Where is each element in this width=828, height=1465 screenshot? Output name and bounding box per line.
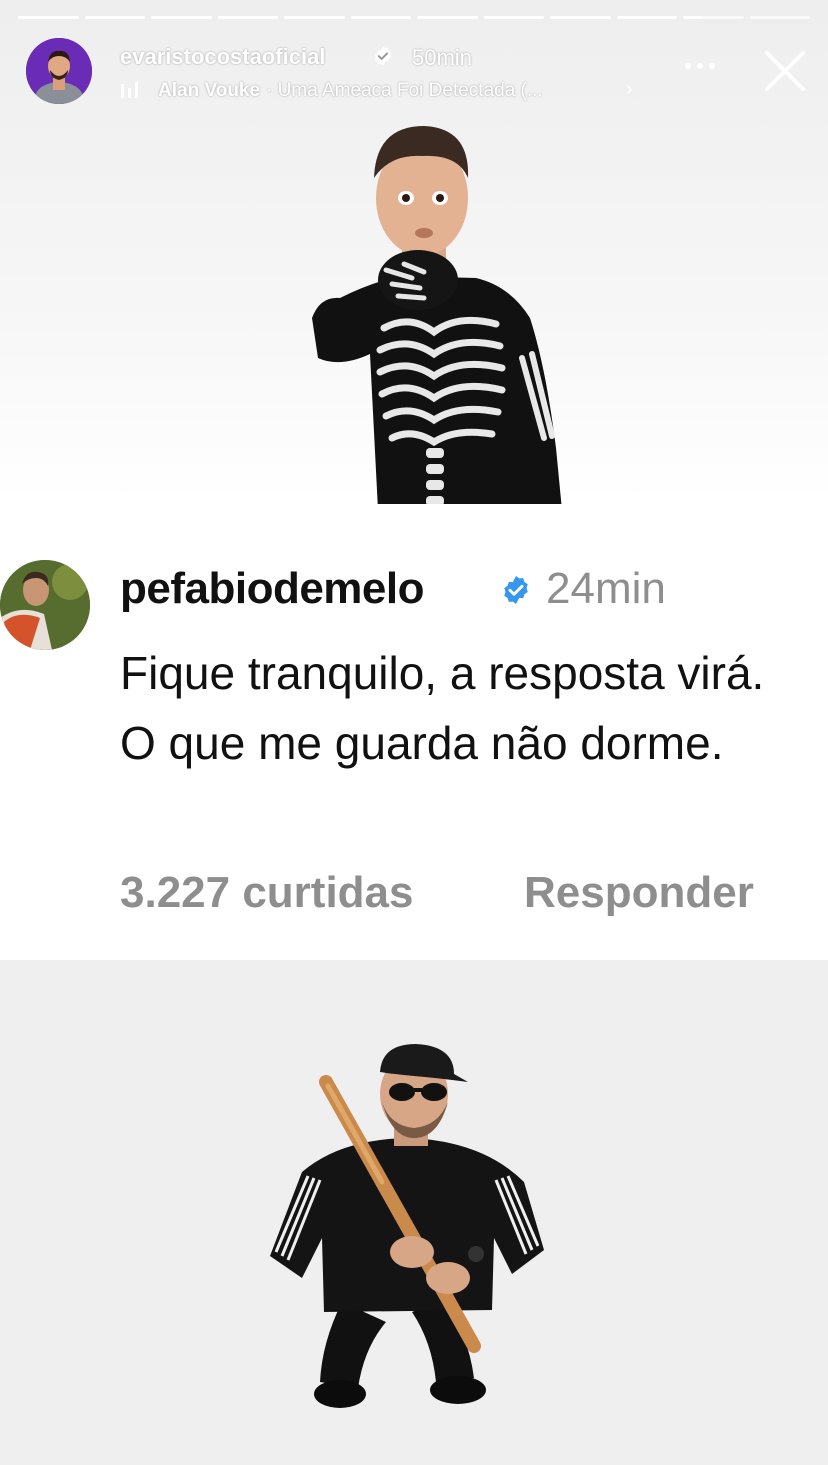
close-icon[interactable] [760,46,810,96]
verified-badge-icon [374,46,392,66]
progress-segment [749,16,810,19]
progress-segment [284,16,345,19]
story-username[interactable]: evaristocostaoficial [120,44,325,70]
progress-segment [18,16,79,19]
reply-button[interactable]: Responder [524,868,754,918]
progress-segment [483,16,544,19]
progress-segment [84,16,145,19]
comment-username[interactable]: pefabiodemelo [120,564,425,614]
progress-segment [550,16,611,19]
avatar[interactable] [26,38,92,104]
story-progress-bar [18,16,810,20]
comment-text: Fique tranquilo, a resposta virá. O que … [120,647,765,769]
bat-man-sticker [270,1044,544,1408]
story-viewer[interactable]: evaristocostaoficial 50min Alan Vouke · … [0,0,828,1465]
progress-fill [683,16,702,19]
music-artist: Alan Vouke [158,80,261,101]
comment-avatar[interactable] [0,560,90,650]
chevron-right-icon: › [626,78,633,100]
music-track: · Uma Ameaca Foi Detectada (... [266,80,543,101]
story-time: 50min [412,45,472,70]
comment-likes[interactable]: 3.227 curtidas [120,868,414,918]
progress-segment [350,16,411,19]
progress-segment [616,16,677,19]
comment-time: 24min [546,564,666,613]
music-attribution[interactable]: Alan Vouke · Uma Ameaca Foi Detectada (.… [120,78,633,104]
progress-segment [417,16,478,19]
progress-segment [217,16,278,19]
progress-segment [683,16,744,19]
verified-badge-icon [504,576,528,604]
story-header: evaristocostaoficial 50min Alan Vouke · … [0,34,828,114]
comment-card[interactable]: pefabiodemelo 24min Fique tranquilo, a r… [0,504,828,960]
skeleton-costume-sticker [312,126,562,510]
music-bars-icon [121,82,138,98]
progress-segment [151,16,212,19]
more-dots-icon[interactable] [680,56,720,76]
